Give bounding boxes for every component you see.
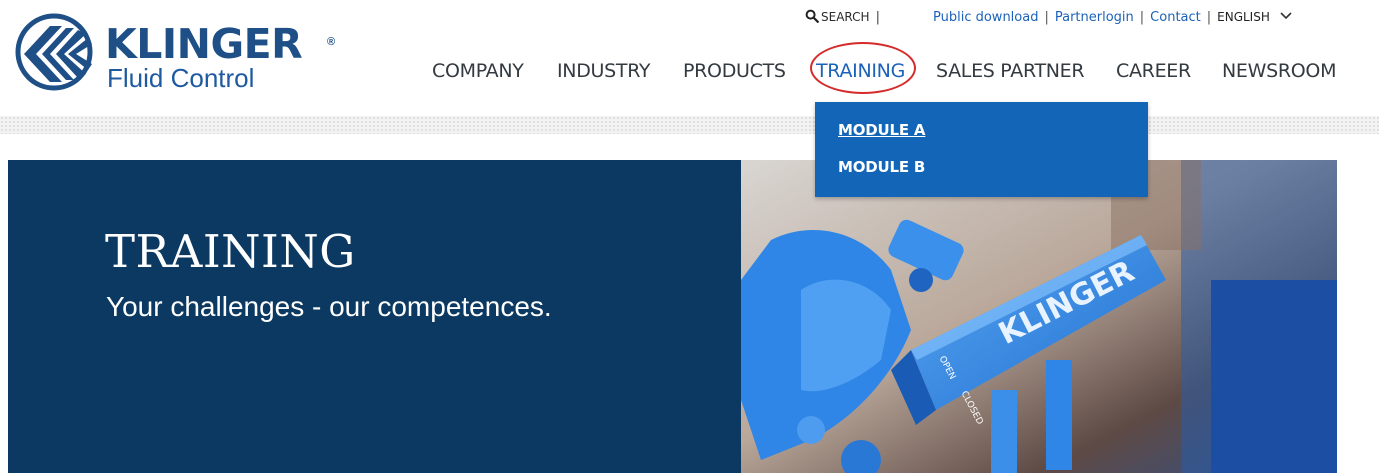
- chevron-down-icon: [1280, 12, 1292, 20]
- partnerlogin-link[interactable]: Partnerlogin: [1055, 10, 1134, 25]
- nav-item-company[interactable]: COMPANY: [432, 58, 524, 84]
- nav-item-career[interactable]: CAREER: [1116, 58, 1191, 84]
- utility-links: Public download | Partnerlogin | Contact | ENG…: [933, 8, 1292, 26]
- training-highlight-annotation: [810, 42, 916, 94]
- registered-mark: ®: [327, 36, 336, 48]
- hero-image: KLINGER OPEN CLOSED: [741, 160, 1337, 473]
- training-dropdown-menu: MODULE A MODULE B: [815, 102, 1148, 197]
- language-label: ENGLISH: [1217, 10, 1270, 24]
- public-download-link[interactable]: Public download: [933, 10, 1038, 25]
- nav-item-sales-partner[interactable]: SALES PARTNER: [936, 58, 1085, 84]
- separator: |: [1139, 10, 1145, 25]
- separator: |: [875, 10, 880, 25]
- dropdown-item-module-b[interactable]: MODULE B: [838, 158, 925, 176]
- language-selector[interactable]: ENGLISH: [1217, 10, 1292, 25]
- valve-handle-photo: KLINGER OPEN CLOSED: [741, 160, 1337, 473]
- search-label: SEARCH: [821, 10, 870, 24]
- nav-item-newsroom[interactable]: NEWSROOM: [1222, 58, 1336, 84]
- dropdown-item-module-a[interactable]: MODULE A: [838, 121, 926, 139]
- magnifier-icon: [805, 9, 819, 23]
- main-nav: COMPANY INDUSTRY PRODUCTS TRAINING SALES…: [0, 58, 1379, 86]
- separator: |: [1206, 10, 1212, 25]
- nav-item-products[interactable]: PRODUCTS: [683, 58, 786, 84]
- search-link[interactable]: SEARCH |: [805, 8, 880, 26]
- contact-link[interactable]: Contact: [1150, 10, 1201, 25]
- hero-subtitle: Your challenges - our competences.: [106, 291, 552, 322]
- hero-title: TRAINING: [105, 225, 356, 278]
- nav-item-industry[interactable]: INDUSTRY: [557, 58, 651, 84]
- header-divider-stripe: [0, 116, 1379, 134]
- separator: |: [1044, 10, 1049, 25]
